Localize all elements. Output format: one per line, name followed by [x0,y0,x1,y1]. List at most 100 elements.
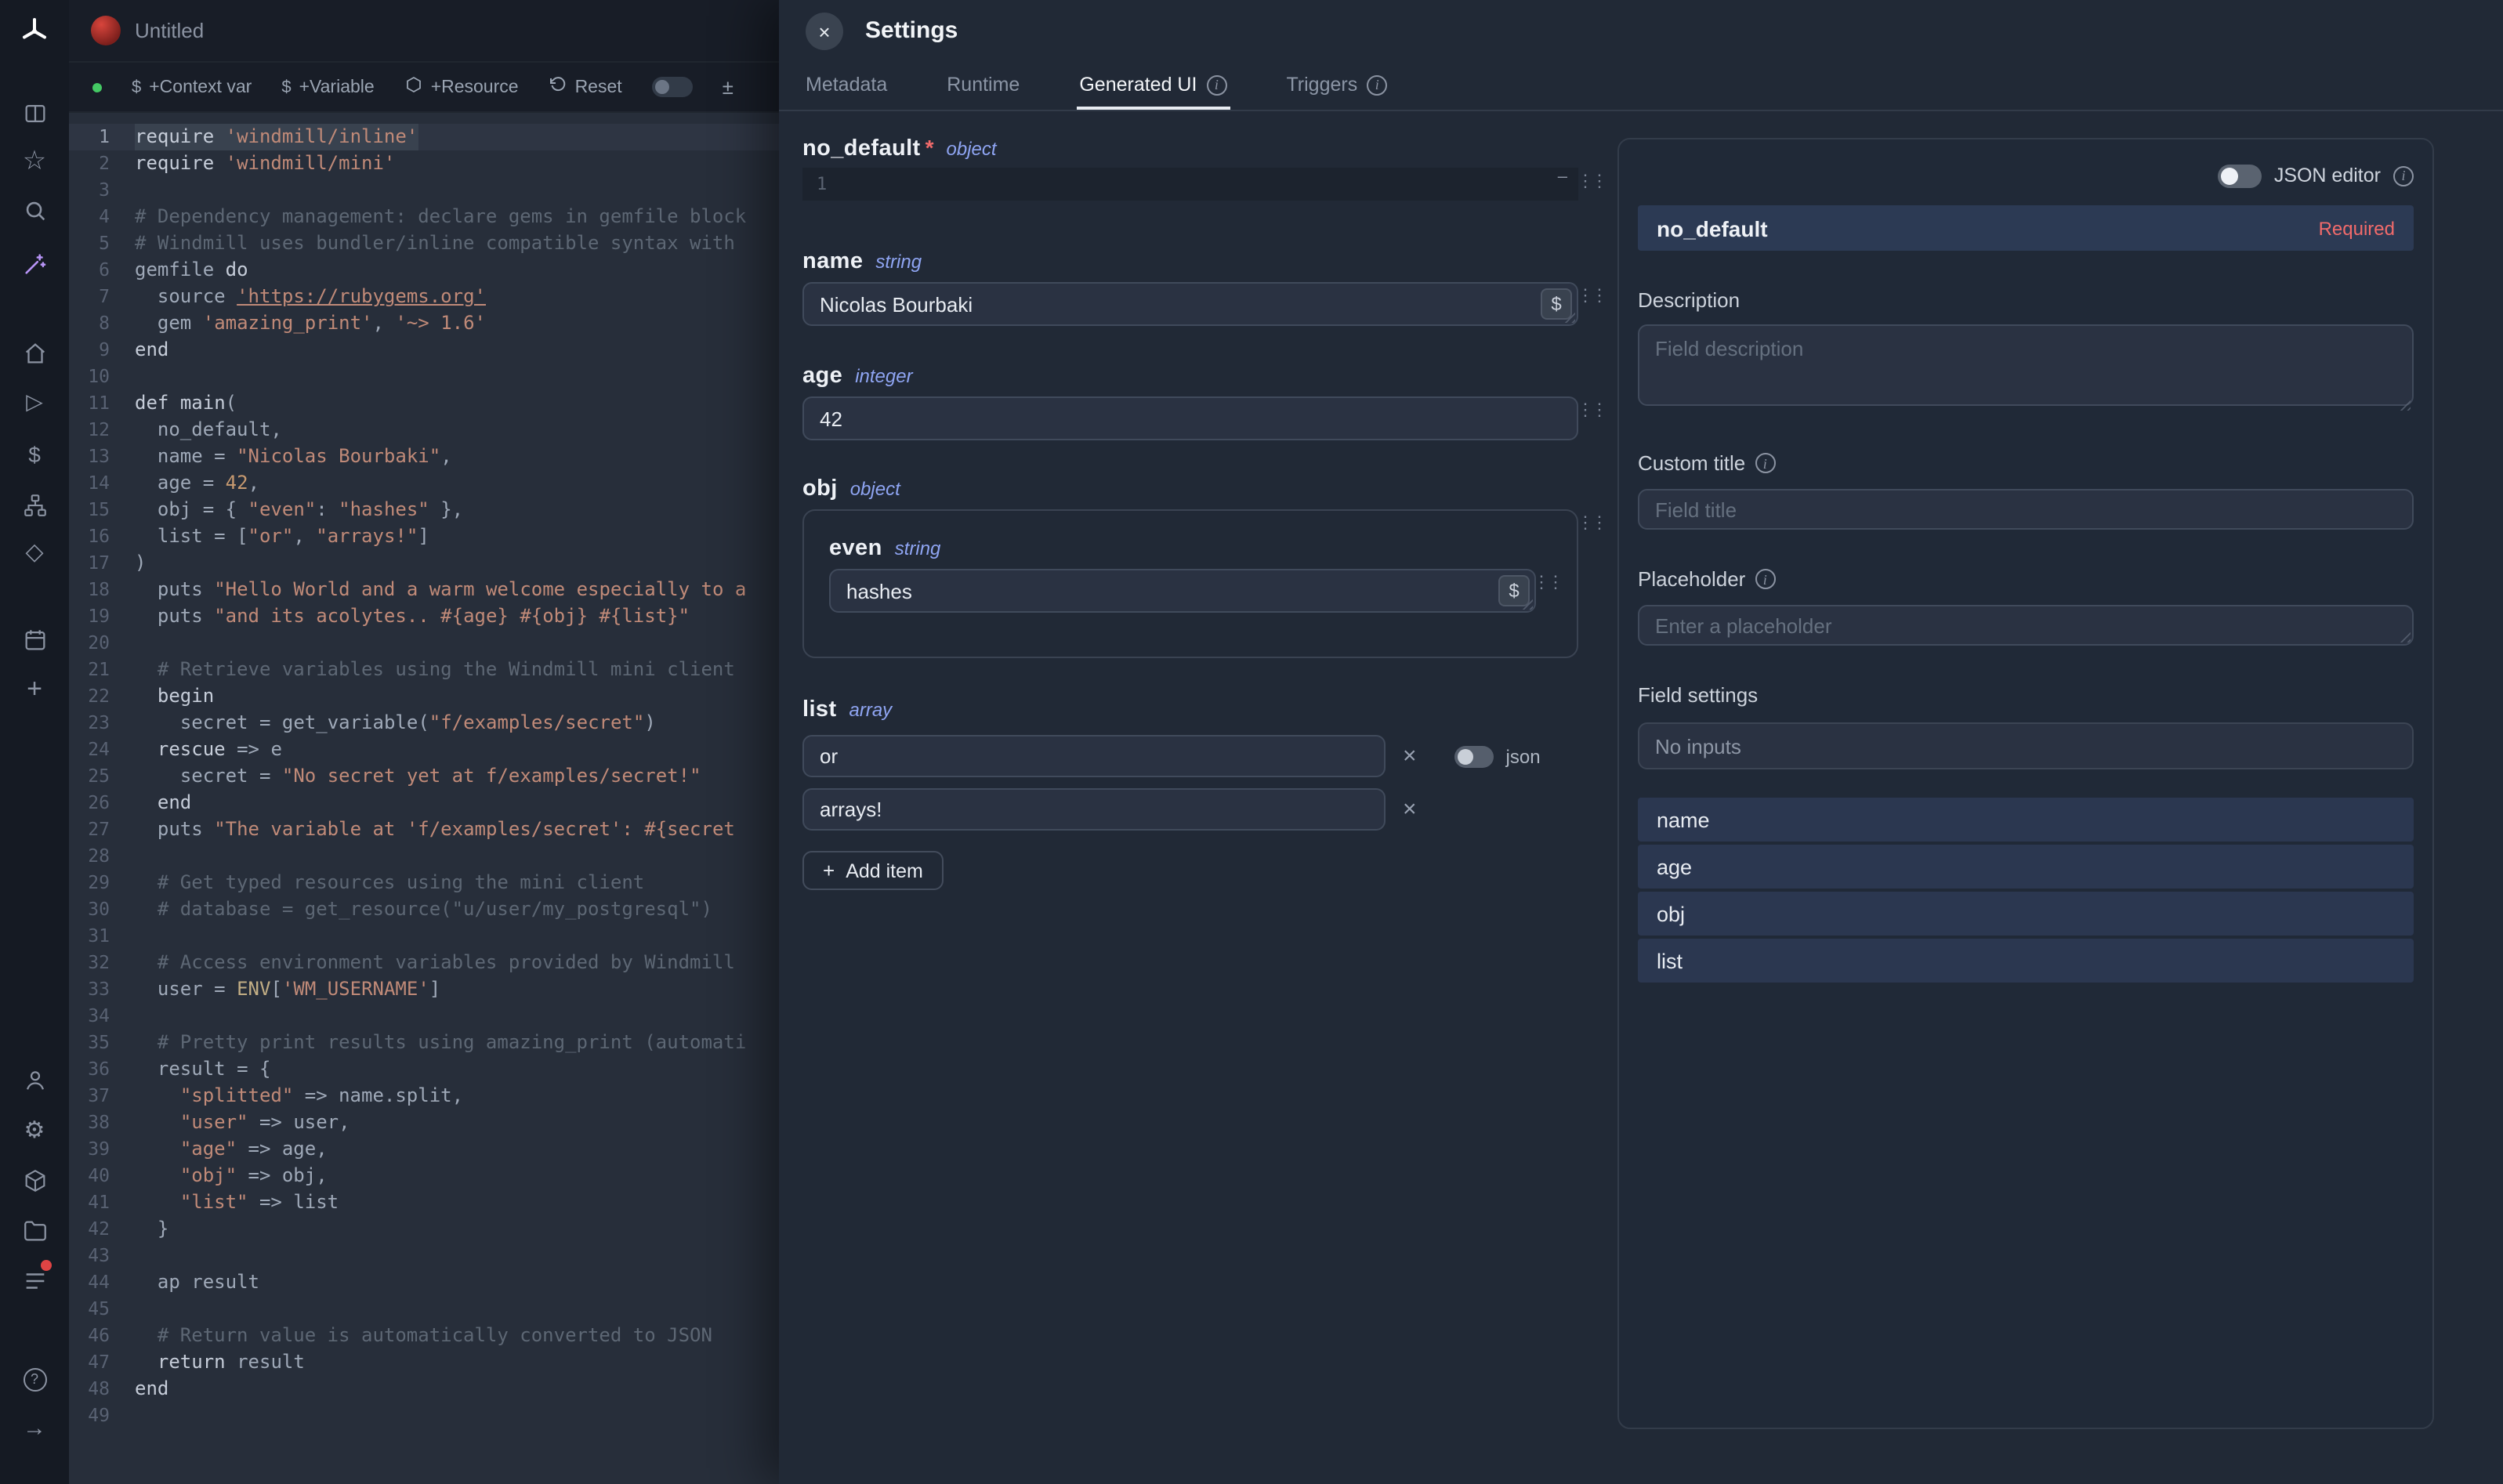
code-line[interactable]: 38 "user" => user, [69,1109,779,1136]
code-line[interactable]: 46 # Return value is automatically conve… [69,1323,779,1349]
field-row-list[interactable]: list [1638,939,2414,983]
code-line[interactable]: 20 [69,630,779,657]
reset-button[interactable]: Reset [549,75,622,99]
code-line[interactable]: 14 age = 42, [69,470,779,497]
custom-title-input[interactable] [1638,489,2414,530]
code-line[interactable]: 27 puts "The variable at 'f/examples/sec… [69,816,779,843]
user-icon[interactable] [0,1062,69,1097]
code-line[interactable]: 23 secret = get_variable("f/examples/sec… [69,710,779,737]
close-icon[interactable]: × [806,13,843,50]
windmill-logo-icon[interactable] [0,14,69,49]
code-line[interactable]: 15 obj = { "even": "hashes" }, [69,497,779,523]
field-row-name[interactable]: name [1638,798,2414,842]
code-line[interactable]: 6gemfile do [69,257,779,284]
diff-toggle[interactable] [652,77,693,97]
info-icon[interactable]: i [1367,74,1387,95]
add-item-button[interactable]: + Add item [802,851,944,890]
folder-icon[interactable] [0,1213,69,1247]
name-input[interactable] [802,282,1578,326]
field-row-obj[interactable]: obj [1638,892,2414,936]
code-line[interactable]: 21 # Retrieve variables using the Windmi… [69,657,779,683]
json-toggle[interactable] [1454,745,1494,767]
code-line[interactable]: 32 # Access environment variables provid… [69,950,779,976]
kanban-icon[interactable] [0,96,69,130]
code-line[interactable]: 13 name = "Nicolas Bourbaki", [69,443,779,470]
package-icon[interactable] [0,1163,69,1197]
collapse-sidebar-icon[interactable]: → [0,1410,69,1445]
list-item-input[interactable] [802,735,1386,777]
field-row-no-default-selected[interactable]: no_default Required [1638,205,2414,251]
add-resource-button[interactable]: +Resource [404,75,519,99]
drag-handle-icon[interactable]: ⋮⋮ [1577,174,1605,191]
code-line[interactable]: 30 # database = get_resource("u/user/my_… [69,896,779,923]
plus-icon[interactable]: + [0,672,69,707]
code-line[interactable]: 44 ap result [69,1269,779,1296]
code-line[interactable]: 29 # Get typed resources using the mini … [69,870,779,896]
tab-triggers[interactable]: Triggersi [1283,63,1390,110]
field-row-age[interactable]: age [1638,845,2414,889]
code-line[interactable]: 7 source 'https://rubygems.org' [69,284,779,310]
code-line[interactable]: 39 "age" => age, [69,1136,779,1163]
play-icon[interactable]: ▷ [0,384,69,418]
remove-item-icon[interactable]: × [1403,798,1417,821]
code-line[interactable]: 28 [69,843,779,870]
info-icon[interactable]: i [1755,453,1775,473]
info-icon[interactable]: i [2393,165,2414,186]
tab-generated-ui[interactable]: Generated UIi [1076,63,1230,110]
even-input[interactable] [829,569,1536,613]
add-variable-button[interactable]: $ +Variable [281,78,374,96]
flow-icon[interactable] [0,487,69,522]
home-icon[interactable] [0,335,69,370]
code-line[interactable]: 2require 'windmill/mini' [69,150,779,177]
code-line[interactable]: 43 [69,1243,779,1269]
code-line[interactable]: 48end [69,1376,779,1403]
code-line[interactable]: 26 end [69,790,779,816]
info-icon[interactable]: i [1755,569,1775,589]
code-line[interactable]: 1require 'windmill/inline' [69,124,779,150]
code-line[interactable]: 22 begin [69,683,779,710]
code-line[interactable]: 17) [69,550,779,577]
code-line[interactable]: 4# Dependency management: declare gems i… [69,204,779,230]
age-input[interactable] [802,396,1578,440]
code-line[interactable]: 24 rescue => e [69,737,779,763]
code-line[interactable]: 11def main( [69,390,779,417]
list-item-input[interactable] [802,788,1386,831]
help-icon[interactable]: ? [0,1362,69,1396]
code-line[interactable]: 8 gem 'amazing_print', '~> 1.6' [69,310,779,337]
code-line[interactable]: 40 "obj" => obj, [69,1163,779,1189]
code-line[interactable]: 41 "list" => list [69,1189,779,1216]
code-line[interactable]: 42 } [69,1216,779,1243]
expand-editor-icon[interactable]: – [1558,168,1567,186]
code-line[interactable]: 47 return result [69,1349,779,1376]
insert-variable-icon[interactable]: $ [1498,575,1530,606]
code-line[interactable]: 5# Windmill uses bundler/inline compatib… [69,230,779,257]
drag-handle-icon[interactable]: ⋮⋮ [1577,403,1605,420]
json-editor-toggle[interactable] [2218,164,2262,187]
remove-item-icon[interactable]: × [1403,744,1417,768]
code-line[interactable]: 36 result = { [69,1056,779,1083]
search-icon[interactable] [0,193,69,227]
description-textarea[interactable] [1638,324,2414,406]
code-line[interactable]: 35 # Pretty print results using amazing_… [69,1030,779,1056]
code-line[interactable]: 18 puts "Hello World and a warm welcome … [69,577,779,603]
code-line[interactable]: 37 "splitted" => name.split, [69,1083,779,1109]
code-line[interactable]: 16 list = ["or", "arrays!"] [69,523,779,550]
code-line[interactable]: 45 [69,1296,779,1323]
calendar-icon[interactable] [0,622,69,657]
code-line[interactable]: 12 no_default, [69,417,779,443]
magic-wand-icon[interactable] [0,246,69,281]
code-line[interactable]: 25 secret = "No secret yet at f/examples… [69,763,779,790]
tab-runtime[interactable]: Runtime [944,63,1023,110]
code-line[interactable]: 10 [69,364,779,390]
drag-handle-icon[interactable]: ⋮⋮ [1577,288,1605,306]
code-editor[interactable]: 1require 'windmill/inline'2require 'wind… [69,113,779,1484]
dollar-icon[interactable]: $ [0,437,69,472]
tab-metadata[interactable]: Metadata [802,63,890,110]
code-line[interactable]: 49 [69,1403,779,1429]
info-icon[interactable]: i [1206,74,1226,95]
code-line[interactable]: 9end [69,337,779,364]
diamond-icon[interactable]: ◇ [0,534,69,569]
code-line[interactable]: 3 [69,177,779,204]
code-line[interactable]: 34 [69,1003,779,1030]
no-default-json-input[interactable]: 1 – [802,168,1578,201]
